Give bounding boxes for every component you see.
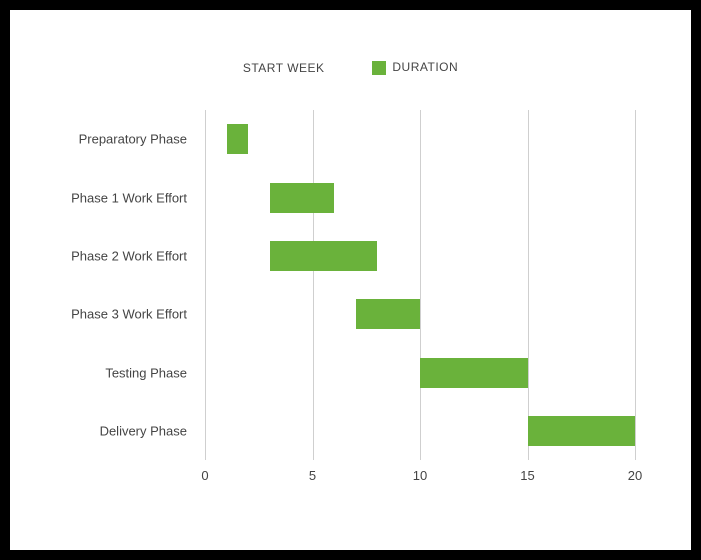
- x-tick-label: 20: [628, 468, 642, 483]
- category-label: Delivery Phase: [100, 423, 187, 438]
- category-label: Testing Phase: [105, 365, 187, 380]
- gridline: [420, 110, 421, 460]
- gantt-bar: [528, 416, 636, 446]
- chart-legend: START WEEK DURATION: [10, 60, 691, 75]
- gridline: [205, 110, 206, 460]
- chart-plot-area: 05101520Preparatory PhasePhase 1 Work Ef…: [205, 110, 635, 460]
- legend-item-duration: DURATION: [372, 60, 458, 75]
- category-label: Phase 2 Work Effort: [71, 248, 187, 263]
- category-label: Preparatory Phase: [79, 132, 187, 147]
- legend-label-start-week: START WEEK: [243, 61, 325, 75]
- x-tick-label: 15: [520, 468, 534, 483]
- chart-card: START WEEK DURATION 05101520Preparatory …: [10, 10, 691, 550]
- gantt-bar: [227, 124, 249, 154]
- gantt-bar: [420, 358, 528, 388]
- category-label: Phase 3 Work Effort: [71, 307, 187, 322]
- gridline: [313, 110, 314, 460]
- gantt-bar: [270, 241, 378, 271]
- stage: START WEEK DURATION 05101520Preparatory …: [0, 0, 701, 560]
- legend-item-start-week: START WEEK: [243, 61, 325, 75]
- legend-swatch-icon: [372, 61, 386, 75]
- gridline: [635, 110, 636, 460]
- legend-label-duration: DURATION: [392, 60, 458, 74]
- gridline: [528, 110, 529, 460]
- gantt-bar: [270, 183, 335, 213]
- category-label: Phase 1 Work Effort: [71, 190, 187, 205]
- x-tick-label: 10: [413, 468, 427, 483]
- x-tick-label: 5: [309, 468, 316, 483]
- x-tick-label: 0: [201, 468, 208, 483]
- gantt-bar: [356, 299, 421, 329]
